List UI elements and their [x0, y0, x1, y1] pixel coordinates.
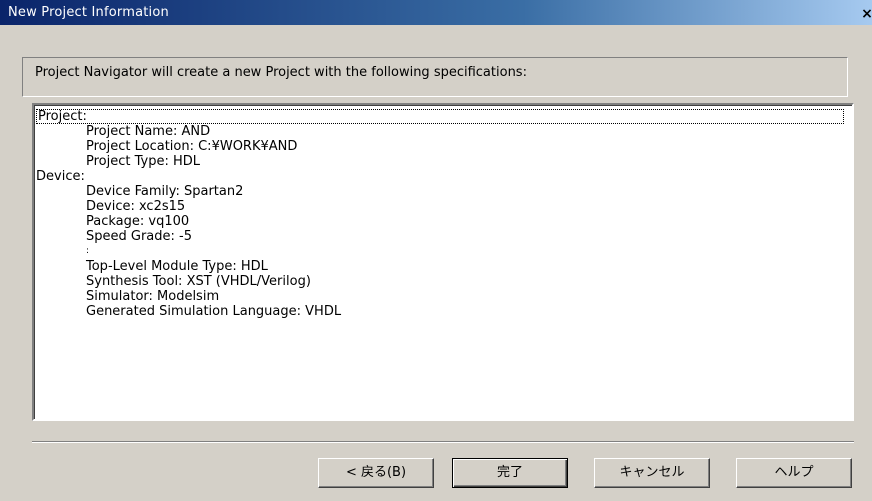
list-item: Project Type: HDL: [86, 154, 201, 169]
list-item: Simulator: Modelsim: [86, 289, 220, 304]
specification-list[interactable]: Project: Project Name: AND Project Locat…: [32, 103, 854, 421]
window-title: New Project Information: [8, 5, 169, 20]
device-heading[interactable]: Device:: [36, 169, 852, 184]
cancel-button[interactable]: キャンセル: [594, 458, 710, 488]
help-button[interactable]: ヘルプ: [736, 458, 852, 488]
separator: [32, 441, 854, 443]
list-item: Device Family: Spartan2: [86, 184, 244, 199]
header-panel: Project Navigator will create a new Proj…: [22, 57, 848, 97]
finish-button[interactable]: 完了: [452, 458, 568, 488]
list-item: Project Name: AND: [86, 124, 211, 139]
close-icon[interactable]: ×: [858, 6, 872, 22]
list-item: :: [86, 246, 90, 256]
list-item: Top-Level Module Type: HDL: [86, 259, 268, 274]
list-item: Project Location: C:¥WORK¥AND: [86, 139, 298, 154]
list-item: Generated Simulation Language: VHDL: [86, 304, 342, 319]
specification-tree: Project: Project Name: AND Project Locat…: [34, 105, 852, 319]
list-item: Package: vq100: [86, 214, 190, 229]
list-item: Device: xc2s15: [86, 199, 186, 214]
list-item: Synthesis Tool: XST (VHDL/Verilog): [86, 274, 311, 289]
project-heading[interactable]: Project:: [36, 109, 844, 124]
title-bar: New Project Information ×: [0, 0, 872, 25]
back-button[interactable]: < 戻る(B): [318, 458, 434, 488]
header-text: Project Navigator will create a new Proj…: [35, 65, 527, 80]
list-item: Speed Grade: -5: [86, 229, 192, 244]
